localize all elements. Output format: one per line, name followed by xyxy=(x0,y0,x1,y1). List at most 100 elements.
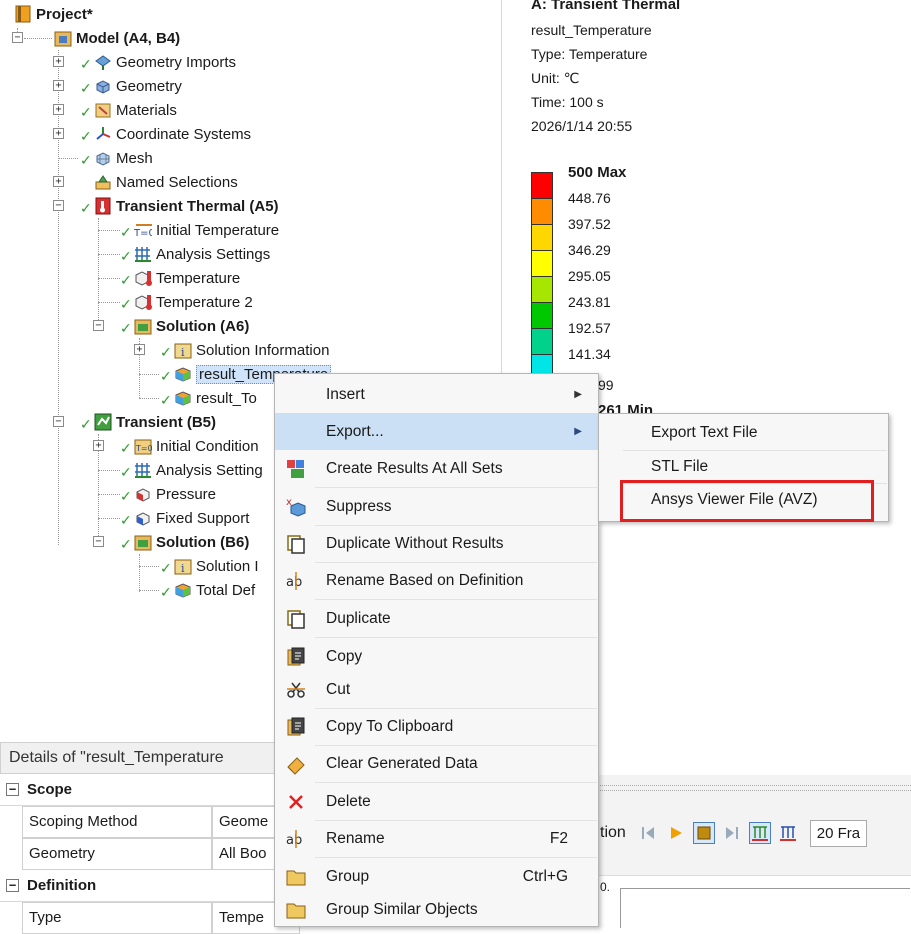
tree-item-model[interactable]: Model (A4, B4) xyxy=(54,26,180,50)
expand-icon[interactable]: + xyxy=(53,128,64,139)
tree-item-transient-b5[interactable]: ✓ Transient (B5) xyxy=(80,410,216,434)
details-category-scope[interactable]: − Scope xyxy=(0,774,300,806)
menu-item-copy[interactable]: Copy xyxy=(275,638,598,675)
previous-frame-icon[interactable] xyxy=(637,822,659,844)
submenu-item-export-text-file[interactable]: Export Text File xyxy=(599,416,888,449)
result-cube-icon xyxy=(174,389,192,407)
animation-toolbar: tion 20 Fra 0. xyxy=(598,775,911,928)
expand-icon[interactable]: + xyxy=(53,176,64,187)
temperature-load-icon xyxy=(134,269,152,287)
submenu-item-ansys-viewer-file[interactable]: Ansys Viewer File (AVZ) xyxy=(599,483,888,516)
result-title: A: Transient Thermal xyxy=(531,0,681,13)
menu-item-copy-to-clipboard[interactable]: Copy To Clipboard xyxy=(275,708,598,745)
tree-item-label: Pressure xyxy=(156,485,217,503)
legend-value: 295.05 xyxy=(568,268,611,284)
folder-icon xyxy=(285,866,307,888)
expand-icon[interactable]: + xyxy=(93,440,104,451)
menu-item-label: Cut xyxy=(326,680,351,698)
tree-item-label: Solution (B6) xyxy=(156,533,250,551)
details-row[interactable]: Type Tempe xyxy=(0,902,300,934)
duplicate-icon xyxy=(285,608,307,630)
check-icon: ✓ xyxy=(120,464,132,480)
collapse-icon[interactable]: − xyxy=(93,320,104,331)
distributed-frames-icon[interactable] xyxy=(748,822,771,844)
property-name: Type xyxy=(22,902,212,934)
check-icon: ✓ xyxy=(160,392,172,408)
tree-item-total-deformation[interactable]: ✓ Total Def xyxy=(160,578,255,602)
tree-item-geometry[interactable]: ✓ Geometry xyxy=(80,74,182,98)
menu-item-duplicate-without-results[interactable]: Duplicate Without Results xyxy=(275,525,598,562)
menu-item-insert[interactable]: Insert ▶ xyxy=(275,376,598,413)
tree-item-label: Transient Thermal (A5) xyxy=(116,197,279,215)
collapse-icon[interactable]: − xyxy=(6,783,19,796)
tree-item-solution-a6[interactable]: ✓ Solution (A6) xyxy=(120,314,249,338)
tree-item-solution-info-b6[interactable]: ✓ i Solution I xyxy=(160,554,259,578)
collapse-icon[interactable]: − xyxy=(53,416,64,427)
menu-item-delete[interactable]: Delete xyxy=(275,783,598,820)
result-sets-icon[interactable] xyxy=(777,822,799,844)
play-icon[interactable] xyxy=(665,822,687,844)
tree-item-temperature-2[interactable]: ✓ Temperature 2 xyxy=(120,290,253,314)
menu-item-suppress[interactable]: x Suppress xyxy=(275,488,598,525)
transient-structural-icon xyxy=(94,413,112,431)
tree-item-mesh[interactable]: ✓ Mesh xyxy=(80,146,153,170)
toolbar-grip[interactable] xyxy=(598,785,911,791)
menu-item-group-similar-objects[interactable]: Group Similar Objects xyxy=(275,891,598,928)
expand-icon[interactable]: + xyxy=(53,80,64,91)
tree-item-temperature[interactable]: ✓ Temperature xyxy=(120,266,240,290)
tree-item-coordinate-systems[interactable]: ✓ Coordinate Systems xyxy=(80,122,251,146)
menu-item-rename[interactable]: ab Rename F2 xyxy=(275,820,598,857)
next-frame-icon[interactable] xyxy=(721,822,743,844)
tree-item-initial-temperature[interactable]: ✓ T=0 Initial Temperature xyxy=(120,218,279,242)
tree-item-pressure[interactable]: ✓ Pressure xyxy=(120,482,216,506)
tree-item-geometry-imports[interactable]: ✓ Geometry Imports xyxy=(80,50,236,74)
svg-text:i: i xyxy=(181,562,185,575)
duplicate-icon xyxy=(285,533,307,555)
submenu-item-stl-file[interactable]: STL File xyxy=(599,450,888,483)
tree-item-named-selections[interactable]: Named Selections xyxy=(94,170,238,194)
coordinate-systems-icon xyxy=(94,125,112,143)
collapse-icon[interactable]: − xyxy=(6,879,19,892)
menu-item-clear-generated-data[interactable]: Clear Generated Data xyxy=(275,745,598,782)
details-row[interactable]: Scoping Method Geome xyxy=(0,806,300,838)
solution-icon xyxy=(134,533,152,551)
tree-item-label: Solution I xyxy=(196,557,259,575)
tree-item-result-to[interactable]: ✓ result_To xyxy=(160,386,257,410)
result-type: Type: Temperature xyxy=(531,46,648,62)
tree-item-project[interactable]: Project* xyxy=(14,2,93,26)
details-row[interactable]: Geometry All Boo xyxy=(0,838,300,870)
collapse-icon[interactable]: − xyxy=(53,200,64,211)
tree-item-materials[interactable]: ✓ Materials xyxy=(80,98,177,122)
solution-icon xyxy=(134,317,152,335)
menu-item-export[interactable]: Export... ▶ xyxy=(275,413,598,450)
check-icon: ✓ xyxy=(160,344,172,360)
collapse-icon[interactable]: − xyxy=(12,32,23,43)
check-icon: ✓ xyxy=(120,272,132,288)
tree-item-solution-b6[interactable]: ✓ Solution (B6) xyxy=(120,530,249,554)
tree-item-initial-conditions[interactable]: ✓ T=0 Initial Condition xyxy=(120,434,259,458)
collapse-icon[interactable]: − xyxy=(93,536,104,547)
tree-item-fixed-support[interactable]: ✓ Fixed Support xyxy=(120,506,249,530)
menu-item-create-results[interactable]: Create Results At All Sets xyxy=(275,450,598,487)
menu-item-duplicate[interactable]: Duplicate xyxy=(275,600,598,637)
stop-icon[interactable] xyxy=(692,822,715,844)
menu-item-group[interactable]: Group Ctrl+G xyxy=(275,858,598,895)
legend-value: 448.76 xyxy=(568,190,611,206)
expand-icon[interactable]: + xyxy=(134,344,145,355)
legend-color-band xyxy=(531,276,553,302)
menu-item-rename-based-on-definition[interactable]: ab Rename Based on Definition xyxy=(275,562,598,599)
temperature-load-icon xyxy=(134,293,152,311)
suppress-icon: x xyxy=(285,496,307,518)
menu-item-cut[interactable]: Cut xyxy=(275,671,598,708)
svg-text:T=0: T=0 xyxy=(135,444,152,453)
tree-item-analysis-settings[interactable]: ✓ Analysis Settings xyxy=(120,242,270,266)
details-category-definition[interactable]: − Definition xyxy=(0,870,300,902)
tree-item-analysis-settings-b5[interactable]: ✓ Analysis Setting xyxy=(120,458,263,482)
expand-icon[interactable]: + xyxy=(53,56,64,67)
expand-icon[interactable]: + xyxy=(53,104,64,115)
frames-select[interactable]: 20 Fra xyxy=(809,819,868,847)
result-cube-icon xyxy=(174,365,192,383)
tree-item-solution-information[interactable]: ✓ i Solution Information xyxy=(160,338,329,362)
tree-item-transient-thermal[interactable]: ✓ Transient Thermal (A5) xyxy=(80,194,279,218)
submenu-arrow-icon: ▶ xyxy=(574,389,582,400)
